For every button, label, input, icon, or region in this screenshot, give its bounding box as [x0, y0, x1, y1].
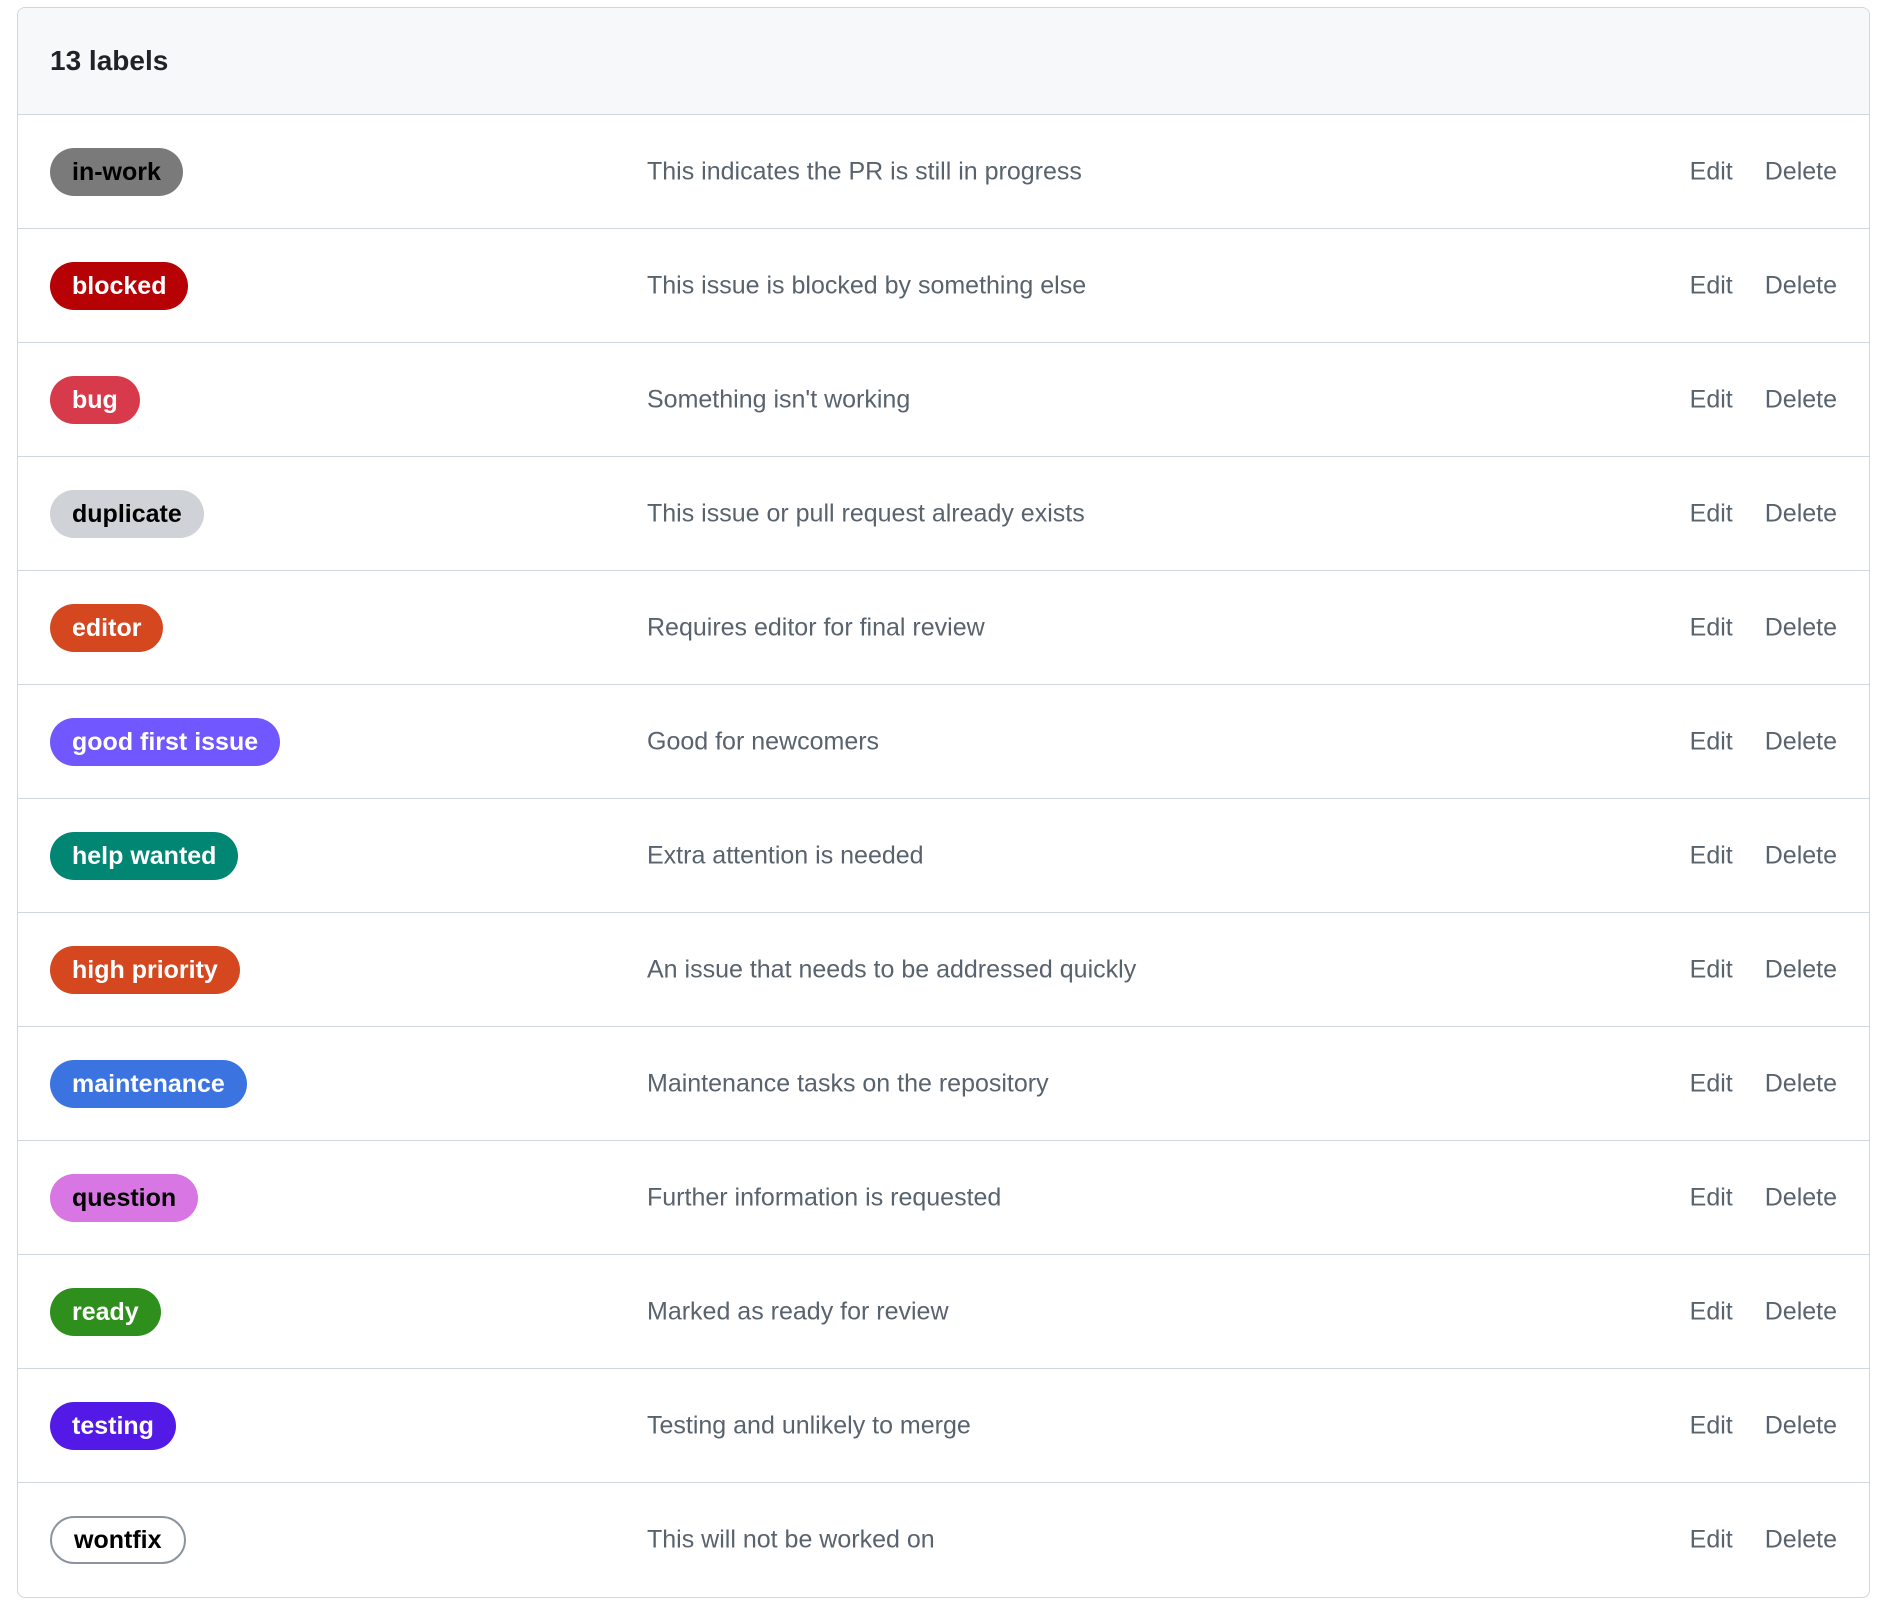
edit-label-button[interactable]: Edit [1690, 613, 1733, 642]
label-actions: Edit Delete [1690, 613, 1837, 642]
labels-list-box: 13 labels in-work This indicates the PR i… [17, 7, 1870, 1598]
delete-label-button[interactable]: Delete [1765, 499, 1837, 528]
edit-label-button[interactable]: Edit [1690, 385, 1733, 414]
label-description: Maintenance tasks on the repository [647, 1069, 1049, 1097]
label-pill[interactable]: good first issue [50, 717, 281, 766]
label-row: bug Something isn't working Edit Delete [18, 343, 1869, 457]
label-actions: Edit Delete [1690, 1069, 1837, 1098]
label-row: in-work This indicates the PR is still in… [18, 115, 1869, 229]
label-actions: Edit Delete [1690, 157, 1837, 186]
delete-label-button[interactable]: Delete [1765, 727, 1837, 756]
edit-label-button[interactable]: Edit [1690, 1069, 1733, 1098]
label-pill[interactable]: editor [50, 603, 164, 652]
label-row: high priority An issue that needs to be a… [18, 913, 1869, 1027]
label-pill[interactable]: high priority [50, 945, 240, 994]
label-pill[interactable]: blocked [50, 261, 189, 310]
label-description: Extra attention is needed [647, 841, 924, 869]
label-pill[interactable]: wontfix [50, 1516, 186, 1564]
delete-label-button[interactable]: Delete [1765, 955, 1837, 984]
delete-label-button[interactable]: Delete [1765, 613, 1837, 642]
label-row: duplicate This issue or pull request alre… [18, 457, 1869, 571]
edit-label-button[interactable]: Edit [1690, 727, 1733, 756]
edit-label-button[interactable]: Edit [1690, 955, 1733, 984]
label-description: Requires editor for final review [647, 613, 985, 641]
label-actions: Edit Delete [1690, 841, 1837, 870]
label-actions: Edit Delete [1690, 1411, 1837, 1440]
label-description: Further information is requested [647, 1183, 1002, 1211]
edit-label-button[interactable]: Edit [1690, 271, 1733, 300]
edit-label-button[interactable]: Edit [1690, 157, 1733, 186]
label-actions: Edit Delete [1690, 955, 1837, 984]
label-description: Marked as ready for review [647, 1297, 949, 1325]
label-actions: Edit Delete [1690, 385, 1837, 414]
delete-label-button[interactable]: Delete [1765, 1183, 1837, 1212]
label-description: An issue that needs to be addressed quic… [647, 955, 1137, 983]
label-pill[interactable]: duplicate [50, 489, 204, 538]
labels-list: in-work This indicates the PR is still in… [18, 115, 1869, 1597]
label-description: Testing and unlikely to merge [647, 1411, 971, 1439]
edit-label-button[interactable]: Edit [1690, 499, 1733, 528]
label-pill[interactable]: ready [50, 1287, 161, 1336]
edit-label-button[interactable]: Edit [1690, 1411, 1733, 1440]
label-pill[interactable]: maintenance [50, 1059, 247, 1108]
label-row: blocked This issue is blocked by somethin… [18, 229, 1869, 343]
label-actions: Edit Delete [1690, 1183, 1837, 1212]
delete-label-button[interactable]: Delete [1765, 271, 1837, 300]
label-description: Something isn't working [647, 385, 911, 413]
labels-count-title: 13 labels [50, 45, 169, 76]
label-pill[interactable]: in-work [50, 147, 183, 196]
label-row: question Further information is requested… [18, 1141, 1869, 1255]
label-row: good first issue Good for newcomers Edit De… [18, 685, 1869, 799]
delete-label-button[interactable]: Delete [1765, 1069, 1837, 1098]
delete-label-button[interactable]: Delete [1765, 841, 1837, 870]
label-row: ready Marked as ready for review Edit Delet… [18, 1255, 1869, 1369]
edit-label-button[interactable]: Edit [1690, 841, 1733, 870]
label-row: maintenance Maintenance tasks on the repo… [18, 1027, 1869, 1141]
delete-label-button[interactable]: Delete [1765, 385, 1837, 414]
label-actions: Edit Delete [1690, 727, 1837, 756]
label-description: Good for newcomers [647, 727, 880, 755]
edit-label-button[interactable]: Edit [1690, 1297, 1733, 1326]
label-description: This issue or pull request already exist… [647, 499, 1085, 527]
delete-label-button[interactable]: Delete [1765, 157, 1837, 186]
label-row: help wanted Extra attention is needed Edit… [18, 799, 1869, 913]
label-actions: Edit Delete [1690, 499, 1837, 528]
labels-list-header: 13 labels [18, 8, 1869, 115]
label-pill[interactable]: question [50, 1173, 199, 1222]
delete-label-button[interactable]: Delete [1765, 1526, 1837, 1555]
delete-label-button[interactable]: Delete [1765, 1297, 1837, 1326]
label-description: This issue is blocked by something else [647, 271, 1087, 299]
edit-label-button[interactable]: Edit [1690, 1183, 1733, 1212]
label-row: editor Requires editor for final review Ed… [18, 571, 1869, 685]
edit-label-button[interactable]: Edit [1690, 1526, 1733, 1555]
label-actions: Edit Delete [1690, 1297, 1837, 1326]
label-pill[interactable]: testing [50, 1401, 176, 1450]
label-actions: Edit Delete [1690, 271, 1837, 300]
delete-label-button[interactable]: Delete [1765, 1411, 1837, 1440]
label-description: This will not be worked on [647, 1525, 935, 1554]
label-pill[interactable]: bug [50, 375, 140, 424]
label-actions: Edit Delete [1690, 1526, 1837, 1555]
label-description: This indicates the PR is still in progre… [647, 157, 1082, 185]
label-row: wontfix This will not be worked on Edit Del… [18, 1483, 1869, 1597]
label-row: testing Testing and unlikely to merge Edit… [18, 1369, 1869, 1483]
label-pill[interactable]: help wanted [50, 831, 239, 880]
